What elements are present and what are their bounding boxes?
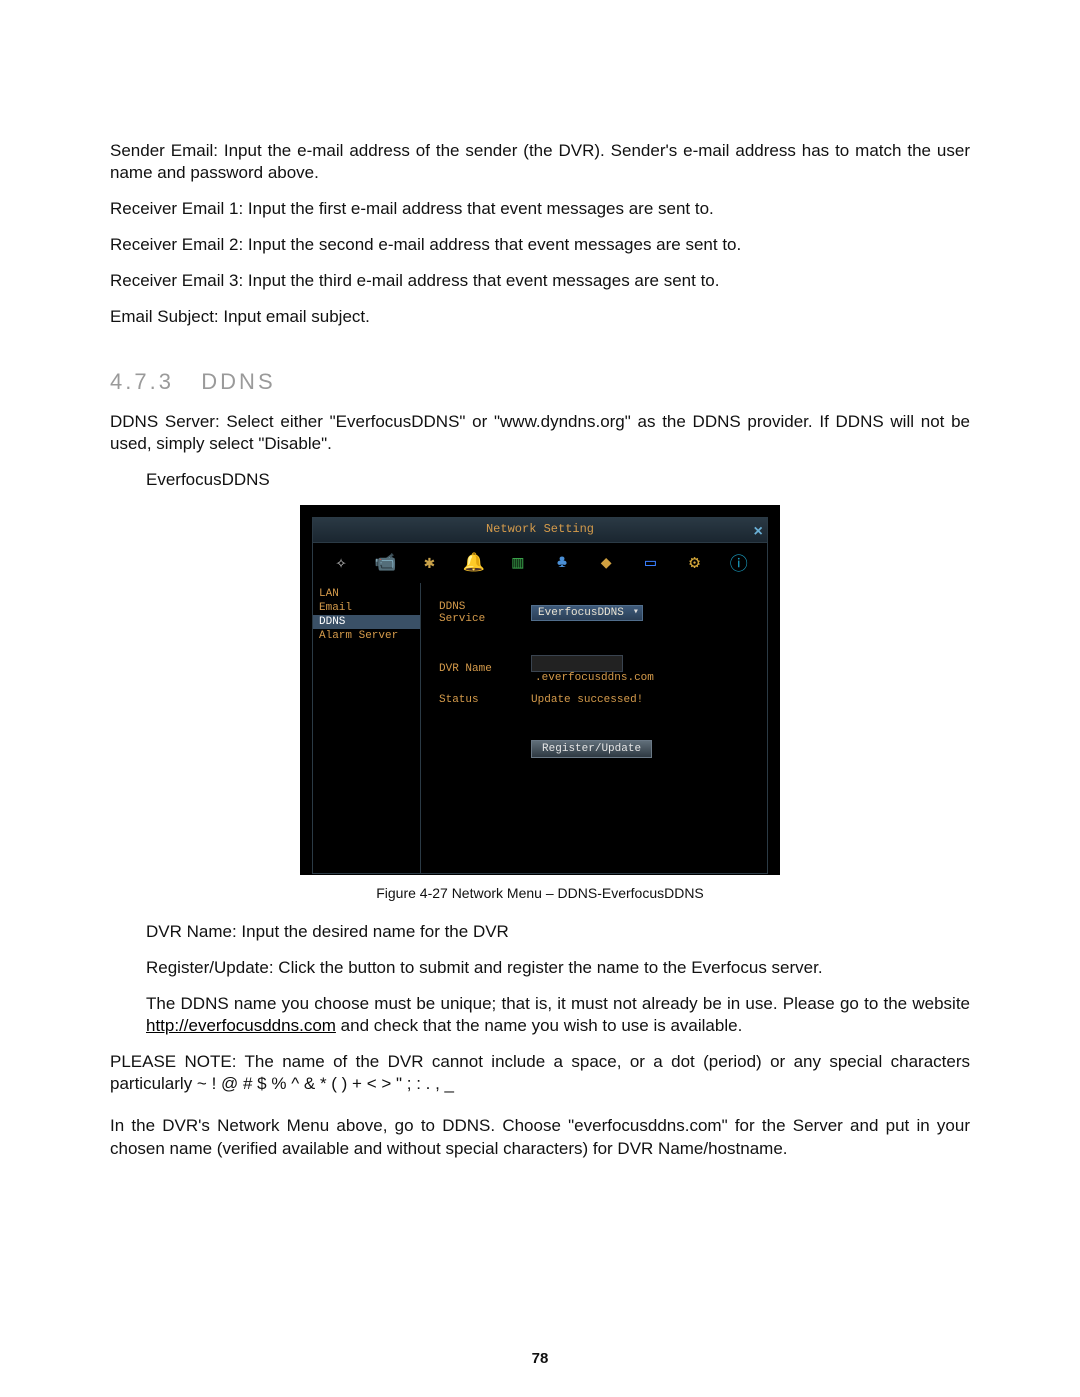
text-after-link: and check that the name you wish to use … bbox=[341, 1016, 743, 1035]
paragraph-register: Register/Update: Click the button to sub… bbox=[146, 957, 970, 979]
embedded-screenshot: Network Setting × ✧ 📹 ✱ 🔔 ▥ ♣ ◆ ▭ ⚙ ⓘ LA… bbox=[300, 505, 780, 875]
document-page: Sender Email: Input the e-mail address o… bbox=[0, 0, 1080, 1397]
bell-icon[interactable]: 🔔 bbox=[460, 549, 488, 577]
window-title: Network Setting bbox=[486, 522, 594, 536]
status-value: Update successed! bbox=[525, 690, 755, 710]
label-ddns-service: DDNS Service bbox=[433, 597, 523, 629]
label-status: Status bbox=[433, 690, 523, 710]
section-title: DDNS bbox=[201, 369, 275, 394]
dvr-name-input[interactable] bbox=[531, 655, 623, 672]
schedule-icon[interactable]: ▥ bbox=[504, 549, 532, 577]
disk-icon[interactable]: ◆ bbox=[592, 549, 620, 577]
paragraph-recv2: Receiver Email 2: Input the second e-mai… bbox=[110, 234, 970, 256]
paragraph-recv1: Receiver Email 1: Input the first e-mail… bbox=[110, 198, 970, 220]
domain-suffix: .everfocusddns.com bbox=[535, 672, 654, 684]
camera-icon[interactable]: 📹 bbox=[371, 549, 399, 577]
section-number: 4.7.3 bbox=[110, 369, 174, 394]
paragraph-sender-email: Sender Email: Input the e-mail address o… bbox=[110, 140, 970, 184]
label-dvr-name: DVR Name bbox=[433, 651, 523, 688]
link-everfocusddns[interactable]: http://everfocusddns.com bbox=[146, 1016, 336, 1035]
reel-icon[interactable]: ✱ bbox=[415, 549, 443, 577]
page-number: 78 bbox=[0, 1350, 1080, 1367]
paragraph-dvr-name: DVR Name: Input the desired name for the… bbox=[146, 921, 970, 943]
text-before-link: The DDNS name you choose must be unique;… bbox=[146, 994, 970, 1013]
figure-caption: Figure 4-27 Network Menu – DDNS-Everfocu… bbox=[110, 885, 970, 901]
window-titlebar: Network Setting × bbox=[312, 517, 768, 543]
register-update-button[interactable]: Register/Update bbox=[531, 740, 652, 758]
network-setting-window: Network Setting × ✧ 📹 ✱ 🔔 ▥ ♣ ◆ ▭ ⚙ ⓘ LA… bbox=[300, 505, 780, 875]
sidebar-item-email[interactable]: Email bbox=[313, 601, 420, 615]
paragraph-instructions: In the DVR's Network Menu above, go to D… bbox=[110, 1115, 970, 1159]
paragraph-please-note: PLEASE NOTE: The name of the DVR cannot … bbox=[110, 1051, 970, 1095]
paragraph-subject: Email Subject: Input email subject. bbox=[110, 306, 970, 328]
info-icon[interactable]: ⓘ bbox=[725, 549, 753, 577]
magic-icon[interactable]: ✧ bbox=[327, 549, 355, 577]
sidebar: LAN Email DDNS Alarm Server bbox=[313, 583, 421, 873]
paragraph-ddns-server: DDNS Server: Select either "EverfocusDDN… bbox=[110, 411, 970, 455]
sidebar-item-alarm[interactable]: Alarm Server bbox=[313, 629, 420, 643]
ddns-service-dropdown[interactable]: EverfocusDDNS bbox=[531, 605, 643, 621]
display-icon[interactable]: ▭ bbox=[636, 549, 664, 577]
network-icon[interactable]: ♣ bbox=[548, 549, 576, 577]
sidebar-item-lan[interactable]: LAN bbox=[313, 587, 420, 601]
paragraph-unique: The DDNS name you choose must be unique;… bbox=[146, 993, 970, 1037]
section-heading-ddns: 4.7.3 DDNS bbox=[110, 369, 970, 395]
settings-panel: DDNS Service EverfocusDDNS DVR Name .eve… bbox=[421, 583, 767, 873]
sidebar-item-ddns[interactable]: DDNS bbox=[313, 615, 420, 629]
toolbar: ✧ 📹 ✱ 🔔 ▥ ♣ ◆ ▭ ⚙ ⓘ bbox=[312, 543, 768, 583]
close-icon[interactable]: × bbox=[753, 521, 763, 543]
paragraph-recv3: Receiver Email 3: Input the third e-mail… bbox=[110, 270, 970, 292]
label-everfocusddns: EverfocusDDNS bbox=[146, 469, 970, 491]
gear-icon[interactable]: ⚙ bbox=[681, 549, 709, 577]
